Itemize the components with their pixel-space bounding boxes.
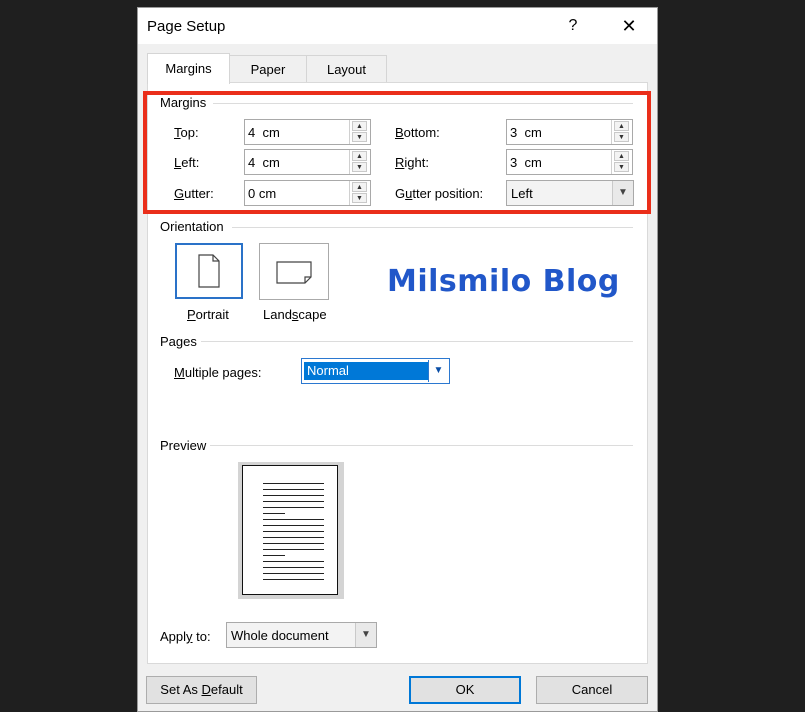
preview-line [263,567,324,568]
preview-line [263,489,324,490]
preview-group-label: Preview [160,438,207,453]
orientation-divider [232,227,633,228]
title-bar: Page Setup ? ✕ [138,8,657,44]
multiple-pages-select[interactable]: Normal ▼ [301,358,450,384]
multiple-pages-value: Normal [304,362,428,380]
chevron-down-icon[interactable]: ▼ [355,623,376,647]
preview-line [263,573,324,574]
chevron-down-icon[interactable]: ▼ [428,360,448,382]
orientation-group-label: Orientation [160,219,224,234]
highlight-box [143,91,651,214]
pages-divider [201,341,633,342]
preview-line [263,513,285,514]
apply-to-select[interactable]: Whole document ▼ [226,622,377,648]
multiple-pages-label-text: ultiple pages: [184,365,262,380]
tab-margins[interactable]: Margins [147,53,230,84]
watermark-text: Milsmilo Blog [387,264,620,299]
apply-to-label: Apply to: [160,629,211,644]
apply-to-value: Whole document [231,628,329,643]
preview-thumbnail [238,462,344,599]
preview-line [263,555,285,556]
dialog-title: Page Setup [147,18,226,35]
preview-line [263,549,324,550]
preview-line [263,561,324,562]
cancel-button[interactable]: Cancel [536,676,648,704]
preview-line [263,531,324,532]
preview-line [263,525,324,526]
landscape-label-text: cape [298,307,327,322]
apply-to-label-text: to: [192,629,211,644]
portrait-option[interactable] [175,243,243,299]
landscape-label: Landscape [263,307,327,322]
preview-line [263,543,324,544]
set-as-default-text: efault [210,682,243,697]
ok-button[interactable]: OK [409,676,521,704]
preview-line [263,579,324,580]
preview-line [263,507,324,508]
help-button[interactable]: ? [558,14,588,38]
tab-paper[interactable]: Paper [229,55,307,82]
set-as-default-button[interactable]: Set As Default [146,676,257,704]
landscape-option[interactable] [259,243,329,300]
multiple-pages-label: Multiple pages: [174,365,262,380]
preview-line [263,483,324,484]
preview-line [263,501,324,502]
preview-line [263,519,324,520]
portrait-label-text: ortrait [195,307,229,322]
tab-layout[interactable]: Layout [306,55,387,82]
portrait-page-icon [198,254,220,288]
close-button[interactable]: ✕ [612,14,646,38]
landscape-page-icon [276,261,312,284]
preview-line [263,495,324,496]
preview-line [263,537,324,538]
preview-divider [210,445,633,446]
portrait-label: Portrait [187,307,229,322]
pages-group-label: Pages [160,334,197,349]
preview-page [242,465,338,595]
